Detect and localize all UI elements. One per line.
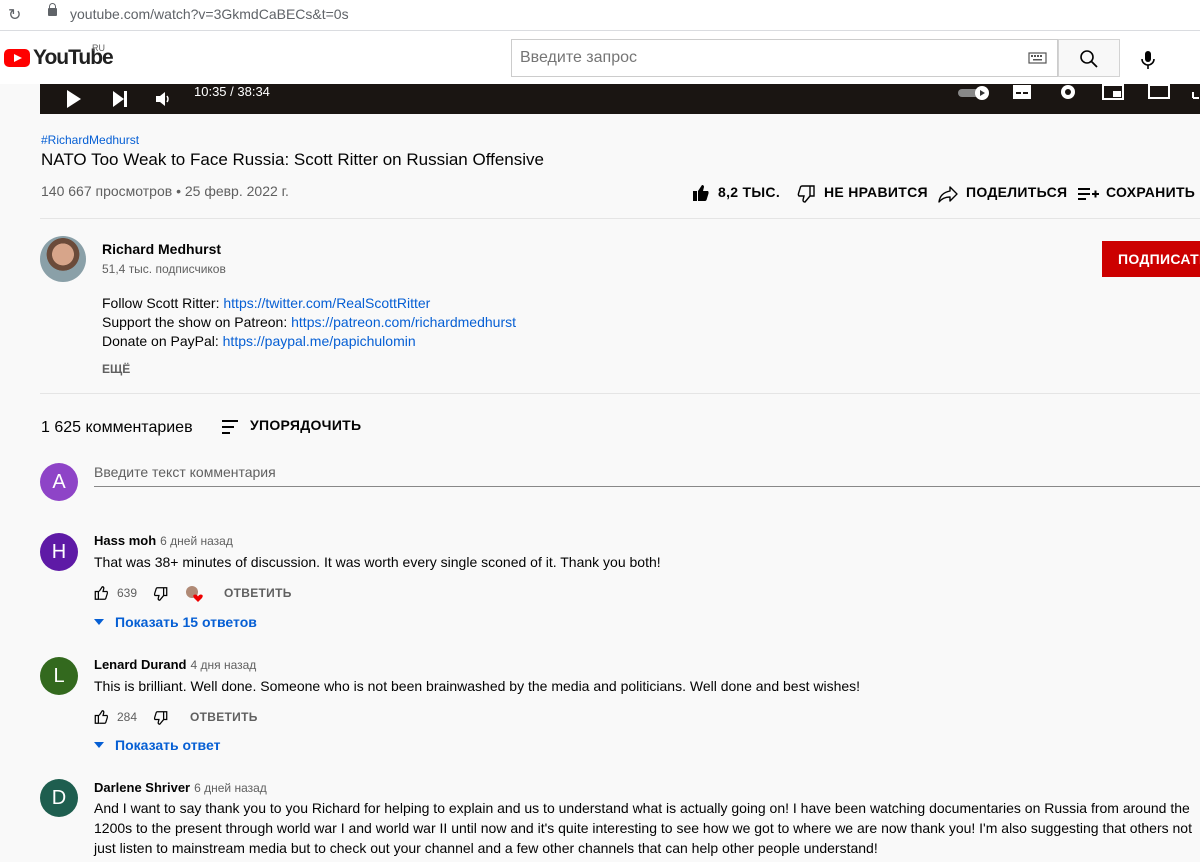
sort-icon[interactable] (222, 420, 238, 438)
search-box[interactable] (511, 39, 1058, 77)
reply-button[interactable]: ОТВЕТИТЬ (190, 710, 258, 724)
comment-time[interactable]: 4 дня назад (190, 658, 256, 672)
volume-icon[interactable] (156, 92, 172, 106)
comment-like-icon[interactable] (94, 586, 109, 600)
theater-mode-icon[interactable] (1148, 84, 1170, 100)
description-line: Support the show on Patreon: https://pat… (102, 314, 516, 330)
comment-avatar[interactable]: H (40, 533, 78, 571)
comment-input[interactable]: Введите текст комментария (94, 464, 276, 480)
comment-dislike-icon[interactable] (153, 711, 168, 725)
comment-author[interactable]: Lenard Durand (94, 657, 186, 672)
video-player[interactable]: 10:35 / 38:34 (40, 84, 1200, 114)
microphone-icon[interactable] (1137, 49, 1159, 71)
playlist-add-icon (1078, 186, 1100, 202)
divider (40, 393, 1200, 394)
subscriber-count: 51,4 тыс. подписчиков (102, 262, 226, 276)
caret-down-icon (94, 742, 104, 748)
thumbs-down-icon (797, 185, 815, 203)
comment-text: And I want to say thank you to you Richa… (94, 800, 1192, 856)
share-label: ПОДЕЛИТЬСЯ (966, 184, 1068, 200)
next-icon[interactable] (112, 91, 128, 107)
keyboard-icon[interactable] (1028, 51, 1048, 65)
play-icon[interactable] (66, 90, 82, 108)
comment-like-icon[interactable] (94, 710, 109, 724)
comment-like-count: 284 (117, 710, 138, 724)
description-text: Donate on PayPal: (102, 333, 223, 349)
region-label: RU (92, 43, 105, 53)
search-icon (1079, 49, 1099, 69)
views-and-date: 140 667 просмотров • 25 февр. 2022 г. (41, 183, 289, 199)
lock-icon[interactable] (48, 3, 57, 16)
comment-count: 1 625 комментариев (41, 419, 193, 436)
show-replies-label: Показать 15 ответов (115, 614, 257, 630)
like-count: 8,2 ТЫС. (718, 184, 781, 200)
comment-like-count: 639 (117, 586, 138, 600)
creator-heart-icon (185, 585, 205, 603)
description-text: Follow Scott Ritter: (102, 295, 224, 311)
fullscreen-icon[interactable] (1192, 84, 1200, 100)
comment-author[interactable]: Darlene Shriver (94, 780, 190, 795)
comment-text: That was 38+ minutes of discussion. It w… (94, 554, 661, 570)
settings-gear-icon[interactable] (1058, 84, 1078, 102)
dislike-label: НЕ НРАВИТСЯ (824, 184, 928, 200)
video-title: NATO Too Weak to Face Russia: Scott Ritt… (41, 150, 544, 169)
subscribe-button[interactable]: ПОДПИСАТЬ (1102, 241, 1200, 277)
description-line: Follow Scott Ritter: https://twitter.com… (102, 295, 430, 311)
channel-name[interactable]: Richard Medhurst (102, 241, 221, 257)
show-replies-label: Показать ответ (115, 737, 221, 753)
user-avatar[interactable]: A (40, 463, 78, 501)
patreon-link[interactable]: https://patreon.com/richardmedhurst (291, 314, 516, 330)
share-arrow-icon (938, 185, 958, 203)
video-hashtag-link[interactable]: #RichardMedhurst (41, 133, 139, 147)
caret-down-icon (94, 619, 104, 625)
autoplay-toggle[interactable] (958, 86, 994, 100)
comment-avatar[interactable]: D (40, 779, 78, 817)
comment-time[interactable]: 6 дней назад (194, 781, 267, 795)
thumbs-up-icon (692, 184, 710, 202)
youtube-logo-icon[interactable] (4, 49, 30, 67)
comment-avatar[interactable]: L (40, 657, 78, 695)
subtitles-icon[interactable] (1012, 84, 1032, 100)
description-line: Donate on PayPal: https://paypal.me/papi… (102, 333, 416, 349)
divider (40, 218, 1200, 219)
comment-dislike-icon[interactable] (153, 587, 168, 601)
miniplayer-icon[interactable] (1102, 84, 1124, 100)
paypal-link[interactable]: https://paypal.me/papichulomin (223, 333, 416, 349)
search-button[interactable] (1058, 39, 1120, 77)
comment-author[interactable]: Hass moh (94, 533, 156, 548)
sort-button[interactable]: УПОРЯДОЧИТЬ (250, 417, 361, 433)
channel-avatar[interactable] (40, 236, 86, 282)
comment-input-underline (94, 486, 1200, 487)
search-input[interactable] (518, 48, 1022, 68)
time-display: 10:35 / 38:34 (194, 84, 270, 99)
comment-header: Hass moh 6 дней назад (94, 533, 233, 548)
browser-address-bar: ↻ youtube.com/watch?v=3GkmdCaBECs&t=0s (0, 0, 1200, 31)
description-text: Support the show on Patreon: (102, 314, 292, 330)
comment-time[interactable]: 6 дней назад (160, 534, 233, 548)
comment-text: This is brilliant. Well done. Someone wh… (94, 678, 861, 694)
reload-icon[interactable]: ↻ (8, 5, 21, 25)
reply-button[interactable]: ОТВЕТИТЬ (224, 586, 292, 600)
comment-header: Lenard Durand 4 дня назад (94, 657, 256, 672)
comment-header: Darlene Shriver 6 дней назад (94, 780, 267, 795)
twitter-link[interactable]: https://twitter.com/RealScottRitter (223, 295, 430, 311)
show-more-button[interactable]: ЕЩЁ (102, 362, 130, 376)
save-label: СОХРАНИТЬ (1106, 184, 1196, 200)
url-text[interactable]: youtube.com/watch?v=3GkmdCaBECs&t=0s (70, 6, 349, 22)
masthead: YouTube RU (0, 31, 1200, 84)
